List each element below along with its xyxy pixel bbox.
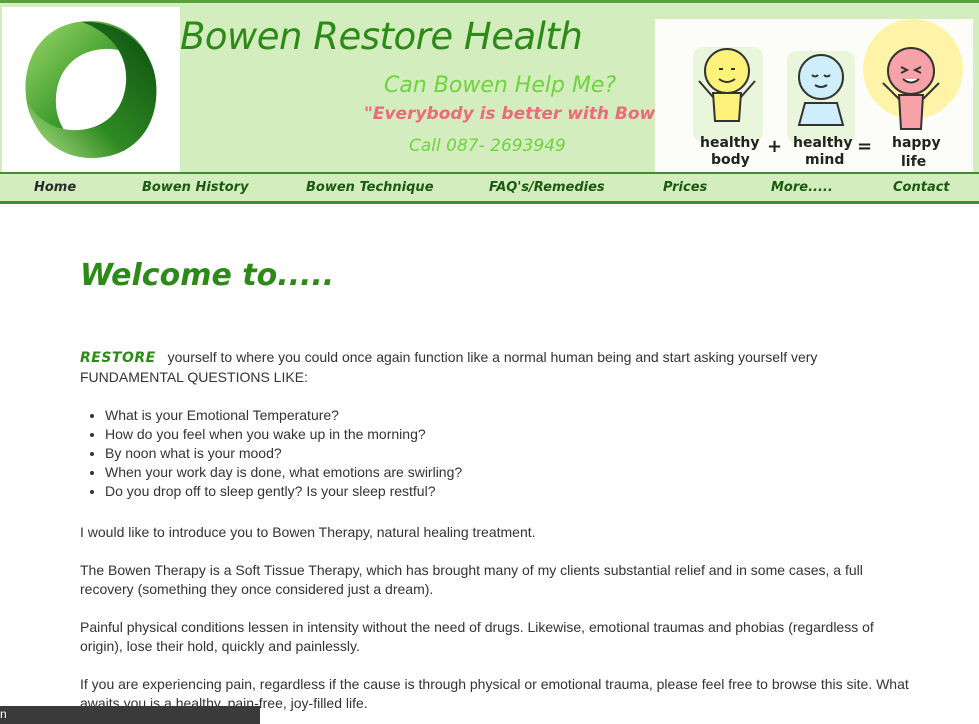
list-item: Do you drop off to sleep gently? Is your… xyxy=(105,482,910,501)
restore-keyword: RESTORE xyxy=(80,350,156,366)
hero-word-equals: = xyxy=(857,136,872,157)
hero-word-plus: + xyxy=(767,136,782,157)
list-item: When your work day is done, what emotion… xyxy=(105,463,910,482)
list-item: What is your Emotional Temperature? xyxy=(105,406,910,425)
nav-item-bowen-history[interactable]: Bowen History xyxy=(142,180,249,195)
yellow-figure-icon xyxy=(693,47,763,142)
bottom-bar-text: n xyxy=(0,707,7,721)
blue-figure-icon xyxy=(787,51,855,143)
questions-list: What is your Emotional Temperature? How … xyxy=(105,406,910,501)
hero-word-healthy-2: healthy xyxy=(793,135,853,151)
hero-word-healthy-1: healthy xyxy=(700,135,760,151)
main-content: RESTORE yourself to where you could once… xyxy=(80,348,910,713)
list-item: How do you feel when you wake up in the … xyxy=(105,425,910,444)
nav-item-bowen-technique[interactable]: Bowen Technique xyxy=(306,180,434,195)
swirl-logo-icon xyxy=(25,21,157,158)
hero-word-body: body xyxy=(711,152,750,168)
phone-number: Call 087- 2693949 xyxy=(409,136,566,156)
intro-paragraph: RESTORE yourself to where you could once… xyxy=(80,348,910,387)
nav-item-more[interactable]: More..... xyxy=(771,180,833,195)
intro-text: yourself to where you could once again f… xyxy=(80,349,818,385)
hero-word-life: life xyxy=(901,154,926,170)
nav-item-home[interactable]: Home xyxy=(34,180,76,195)
hero-word-happy: happy xyxy=(892,135,941,151)
site-header: Bowen Restore Health Can Bowen Help Me? … xyxy=(0,0,979,173)
nav-item-prices[interactable]: Prices xyxy=(663,180,707,195)
tagline-question[interactable]: Can Bowen Help Me? xyxy=(384,73,616,98)
welcome-heading: Welcome to..... xyxy=(80,258,335,293)
intro-bowen-paragraph: I would like to introduce you to Bowen T… xyxy=(80,524,536,540)
nav-item-contact[interactable]: Contact xyxy=(893,180,950,195)
painful-conditions-paragraph: Painful physical conditions lessen in in… xyxy=(80,619,874,654)
tagline-quote: "Everybody is better with Bowen" xyxy=(364,104,688,124)
list-item: By noon what is your mood? xyxy=(105,444,910,463)
site-logo[interactable] xyxy=(2,7,180,172)
healthy-life-image: healthy body + healthy mind = happy life xyxy=(655,19,973,173)
bottom-chat-bar[interactable]: n xyxy=(0,706,260,724)
hero-word-mind: mind xyxy=(805,152,844,168)
nav-item-faqs-remedies[interactable]: FAQ's/Remedies xyxy=(489,180,605,195)
site-title[interactable]: Bowen Restore Health xyxy=(180,15,583,58)
main-nav: Home Bowen History Bowen Technique FAQ's… xyxy=(0,172,979,204)
soft-tissue-paragraph: The Bowen Therapy is a Soft Tissue Thera… xyxy=(80,562,863,597)
